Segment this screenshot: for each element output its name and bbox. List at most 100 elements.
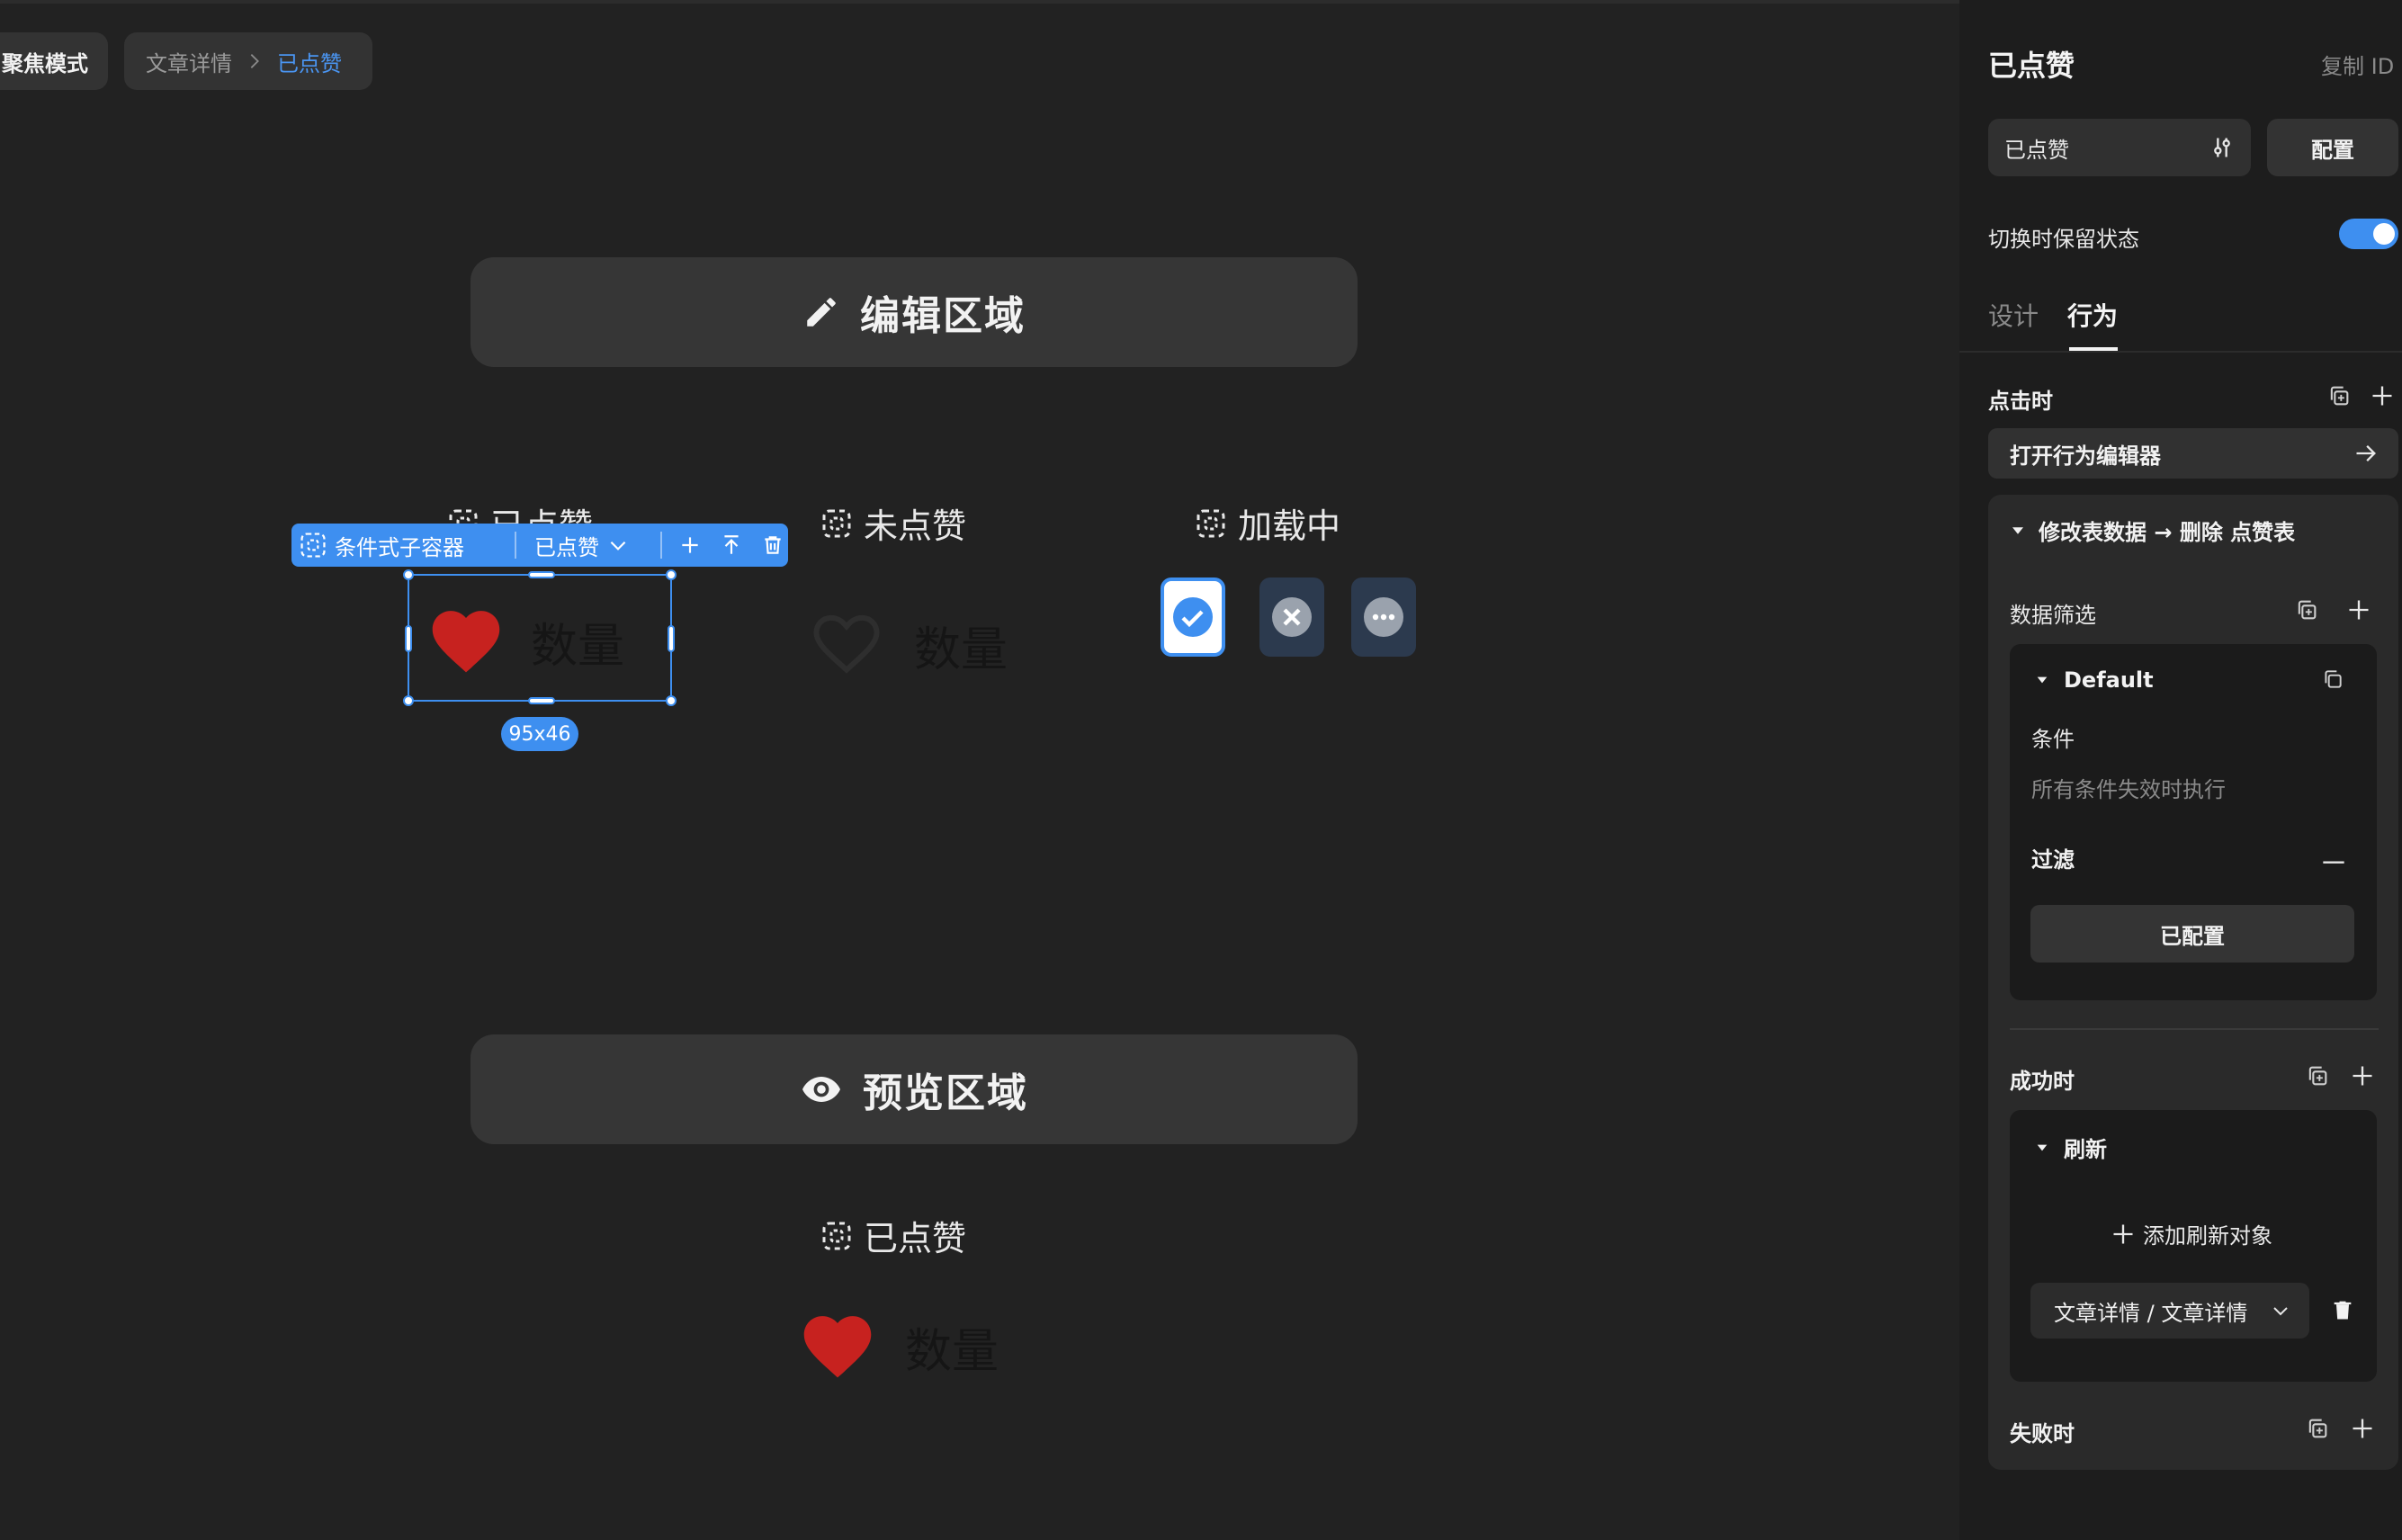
tab-design[interactable]: 设计: [1988, 297, 2039, 333]
panel-title: 已点赞: [1988, 49, 2075, 83]
configure-button[interactable]: 配置: [2267, 119, 2398, 176]
default-block-title[interactable]: Default: [2035, 667, 2154, 693]
sliders-icon: [2214, 138, 2230, 157]
conditional-container-icon: [1197, 509, 1225, 537]
add-fail-icon[interactable]: [2350, 1416, 2375, 1441]
toggle-knob: [2373, 223, 2395, 245]
breadcrumb-page[interactable]: 文章详情: [146, 46, 232, 77]
refresh-target-value: 文章详情 / 文章详情: [2054, 1300, 2248, 1326]
refresh-title[interactable]: 刷新: [2035, 1132, 2107, 1163]
state-selector-value: 已点赞: [2004, 137, 2069, 163]
section-divider: [2010, 1028, 2379, 1030]
breadcrumb: 文章详情 已点赞: [124, 32, 372, 90]
action-title[interactable]: 修改表数据 → 删除 点赞表: [2010, 515, 2295, 546]
on-fail-title: 失败时: [2010, 1421, 2075, 1446]
keep-state-label: 切换时保留状态: [1988, 227, 2139, 252]
trash-icon[interactable]: [761, 533, 784, 557]
add-refresh-target-button[interactable]: 添加刷新对象: [2111, 1218, 2272, 1249]
keep-state-toggle[interactable]: [2339, 219, 2398, 249]
more-circle-icon: [1364, 597, 1403, 637]
preview-region-banner: 预览区域: [471, 1034, 1358, 1144]
state-selector[interactable]: 已点赞: [1988, 119, 2251, 176]
plus-icon[interactable]: [678, 533, 702, 557]
toolbar-container-label: 条件式子容器: [335, 534, 464, 560]
state-not-liked-text: 未点赞: [864, 506, 967, 546]
resize-handle-bottom[interactable]: [528, 697, 555, 704]
arrow-right-icon: [2356, 445, 2376, 461]
duplicate-icon[interactable]: [2321, 667, 2344, 691]
edit-region-banner: 编辑区域: [471, 257, 1358, 367]
preview-heart-icon[interactable]: [797, 1306, 878, 1383]
heart-outline-icon: [806, 604, 887, 682]
data-filter-title: 数据筛选: [2010, 603, 2096, 628]
preview-state-text: 已点赞: [864, 1219, 967, 1258]
copy-fail-icon[interactable]: [2305, 1416, 2330, 1441]
not-liked-count: 数量: [914, 623, 1008, 677]
delete-refresh-target-icon[interactable]: [2330, 1297, 2355, 1322]
condition-label: 条件: [2031, 727, 2075, 752]
chevron-down-icon: [610, 541, 626, 551]
copy-filter-icon[interactable]: [2294, 597, 2319, 622]
plus-icon: [2113, 1224, 2133, 1243]
filter-label: 过滤: [2031, 847, 2075, 873]
caret-down-icon: [2012, 526, 2023, 534]
close-circle-icon: [1272, 597, 1312, 637]
filter-configured-button[interactable]: 已配置: [2030, 905, 2354, 962]
state-error-button[interactable]: [1259, 578, 1324, 657]
default-block-title-text: Default: [2064, 667, 2154, 693]
selection-box[interactable]: [403, 569, 677, 706]
add-success-icon[interactable]: [2350, 1063, 2375, 1088]
state-not-liked-label[interactable]: 未点赞: [820, 498, 966, 548]
conditional-container-icon: [822, 509, 851, 537]
preview-region-label: 预览区域: [863, 1070, 1028, 1116]
pencil-icon: [807, 298, 836, 327]
copy-success-icon[interactable]: [2305, 1063, 2330, 1088]
on-success-title: 成功时: [2010, 1069, 2075, 1094]
add-filter-icon[interactable]: [2346, 597, 2371, 622]
toolbar-container-type[interactable]: 条件式子容器: [291, 524, 515, 567]
resize-handle-right[interactable]: [668, 625, 675, 652]
add-refresh-target-label: 添加刷新对象: [2143, 1223, 2272, 1249]
resize-handle-top[interactable]: [528, 571, 555, 578]
state-success-button[interactable]: [1161, 578, 1225, 657]
action-title-text: 修改表数据 → 删除 点赞表: [2039, 520, 2296, 545]
eye-icon: [802, 1077, 840, 1102]
resize-handle-tr[interactable]: [666, 569, 677, 580]
chevron-right-icon: [250, 54, 259, 68]
copy-action-icon[interactable]: [2326, 383, 2352, 408]
add-action-icon[interactable]: [2370, 383, 2395, 408]
tabs-divider: [1959, 351, 2402, 353]
refresh-target-select[interactable]: 文章详情 / 文章详情: [2030, 1283, 2309, 1339]
on-click-title: 点击时: [1988, 389, 2053, 414]
preview-count: 数量: [905, 1325, 999, 1379]
chevron-down-icon: [2273, 1307, 2288, 1316]
conditional-container-icon: [822, 1222, 851, 1249]
component-toolbar: 条件式子容器 已点赞: [291, 524, 788, 567]
toolbar-state-label: 已点赞: [534, 534, 599, 560]
resize-handle-left[interactable]: [405, 625, 412, 652]
toolbar-actions: [662, 524, 784, 567]
caret-down-icon: [2037, 676, 2048, 684]
tab-behavior[interactable]: 行为: [2067, 297, 2118, 333]
copy-id-button[interactable]: 复制 ID: [2321, 49, 2394, 80]
open-editor-label: 打开行为编辑器: [2010, 443, 2161, 469]
collapse-filter-icon[interactable]: [2321, 849, 2346, 867]
caret-down-icon: [2037, 1144, 2048, 1151]
focus-mode-button[interactable]: 聚焦模式: [0, 32, 108, 90]
preview-state-label: 已点赞: [820, 1211, 966, 1260]
state-loading-label[interactable]: 加载中: [1195, 498, 1340, 548]
edit-region-label: 编辑区域: [860, 293, 1026, 339]
resize-handle-tl[interactable]: [403, 569, 414, 580]
toolbar-state-select[interactable]: 已点赞: [516, 524, 660, 567]
resize-handle-br[interactable]: [666, 695, 677, 706]
resize-handle-bl[interactable]: [403, 695, 414, 706]
state-loading-text: 加载中: [1238, 506, 1341, 546]
move-to-top-icon[interactable]: [720, 533, 743, 557]
state-loading-button[interactable]: [1351, 578, 1416, 657]
breadcrumb-current[interactable]: 已点赞: [277, 46, 342, 77]
check-circle-icon: [1173, 597, 1213, 637]
conditional-container-icon: [300, 533, 326, 558]
open-behavior-editor-button[interactable]: 打开行为编辑器: [1988, 428, 2398, 479]
refresh-title-text: 刷新: [2064, 1137, 2107, 1162]
condition-hint: 所有条件失效时执行: [2031, 777, 2226, 802]
